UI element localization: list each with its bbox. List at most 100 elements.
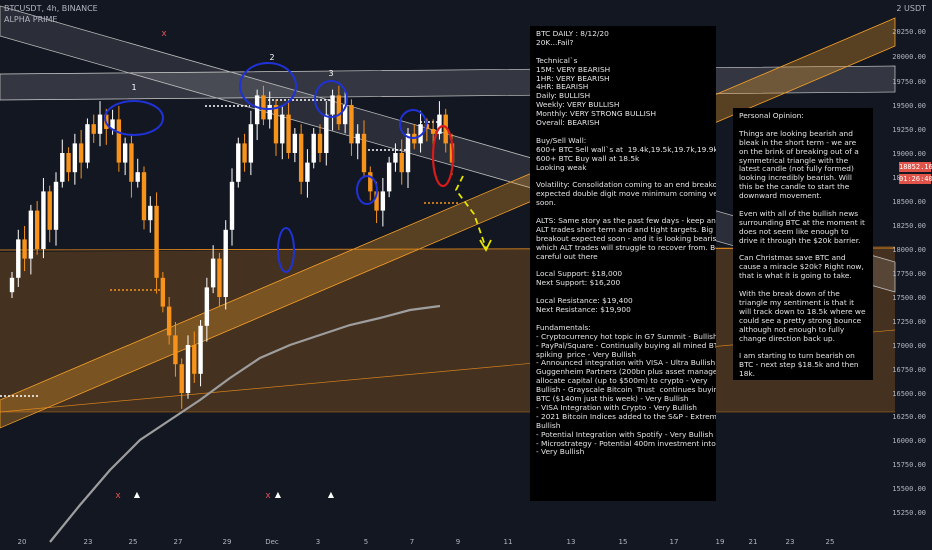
candle-body bbox=[192, 345, 197, 374]
last-price-tag: 18852.16 bbox=[899, 162, 932, 172]
candle-body bbox=[22, 239, 27, 259]
price-tick: 16000.00 bbox=[892, 437, 926, 445]
time-tick: 3 bbox=[315, 538, 321, 546]
note-line: expected double digit move minimum comin… bbox=[536, 189, 716, 199]
price-tick: 19000.00 bbox=[892, 150, 926, 158]
price-tick: 16500.00 bbox=[892, 390, 926, 398]
symbol-label[interactable]: BTCUSDT, 4h, BINANCE bbox=[4, 4, 98, 13]
candle-body bbox=[330, 95, 335, 115]
candle-body bbox=[28, 210, 34, 259]
time-tick: 27 bbox=[173, 538, 183, 546]
time-tick: 23 bbox=[785, 538, 795, 546]
time-tick: 29 bbox=[222, 538, 232, 546]
candle-body bbox=[298, 133, 304, 182]
price-tick: 17750.00 bbox=[892, 270, 926, 278]
price-tick: 17500.00 bbox=[892, 294, 926, 302]
time-tick: 20 bbox=[17, 538, 27, 546]
candle-body bbox=[336, 95, 342, 125]
candle-body bbox=[349, 105, 354, 144]
price-tick: 17250.00 bbox=[892, 318, 926, 326]
price-tick: 17000.00 bbox=[892, 342, 926, 350]
time-tick: 13 bbox=[566, 538, 576, 546]
price-tick: 15500.00 bbox=[892, 485, 926, 493]
price-tick: 16250.00 bbox=[892, 413, 926, 421]
note-line: - 2021 Bitcoin Indices added to the S&P … bbox=[536, 411, 716, 421]
analysis-notes: BTC DAILY : 8/12/20 20K...Fail? Technica… bbox=[530, 26, 716, 501]
time-tick: 23 bbox=[83, 538, 93, 546]
marker-x: x bbox=[115, 491, 121, 501]
marker-triangle: ▲ bbox=[275, 490, 282, 499]
candle-body bbox=[254, 95, 260, 125]
candle-body bbox=[34, 210, 40, 249]
note-line: careful out there bbox=[536, 251, 598, 261]
candle-body bbox=[47, 191, 52, 230]
price-tick: 19500.00 bbox=[892, 102, 926, 110]
candle-body bbox=[154, 205, 159, 278]
candle-body bbox=[72, 143, 78, 173]
price-tick: 19250.00 bbox=[892, 126, 926, 134]
candle-body bbox=[173, 335, 178, 365]
price-tick: 19750.00 bbox=[892, 78, 926, 86]
candle-body bbox=[217, 258, 222, 297]
candle-body bbox=[16, 239, 21, 278]
candle-body bbox=[292, 133, 298, 153]
candle-body bbox=[273, 105, 279, 144]
candle-body bbox=[361, 133, 367, 173]
candle-body bbox=[122, 143, 128, 163]
candle-body bbox=[210, 258, 216, 288]
price-tick: 16750.00 bbox=[892, 366, 926, 374]
candle-body bbox=[399, 153, 404, 173]
candle-body bbox=[185, 345, 191, 393]
indicator-label[interactable]: ALPHA PRIME bbox=[4, 15, 57, 24]
candle-body bbox=[78, 143, 84, 163]
time-tick: Dec bbox=[265, 538, 279, 546]
peak-circle-1 bbox=[104, 100, 164, 136]
time-tick: 5 bbox=[363, 538, 369, 546]
candle-body bbox=[242, 143, 247, 163]
circle-low bbox=[356, 175, 378, 205]
candle-body bbox=[405, 133, 411, 173]
candle-body bbox=[324, 114, 329, 153]
opinion-paragraph: I am starting to turn bearish on BTC - n… bbox=[739, 351, 859, 379]
candle-body bbox=[267, 105, 272, 120]
note-line: Overall: BEARISH bbox=[536, 118, 600, 128]
candle-body bbox=[305, 162, 310, 182]
candle-body bbox=[91, 124, 96, 134]
currency-label: 2 USDT bbox=[896, 4, 926, 13]
candle-body bbox=[166, 306, 172, 336]
opinion-paragraph: Can Christmas save BTC and cause a mirac… bbox=[739, 253, 864, 281]
note-line: soon. bbox=[536, 198, 556, 208]
time-tick: 11 bbox=[503, 538, 513, 546]
marker-x: x bbox=[161, 29, 167, 39]
opinion-notes: Personal Opinion: Things are looking bea… bbox=[733, 108, 873, 380]
time-tick: 25 bbox=[128, 538, 138, 546]
price-tick: 15750.00 bbox=[892, 461, 926, 469]
price-tick: 20000.00 bbox=[892, 53, 926, 61]
price-tick: 18000.00 bbox=[892, 246, 926, 254]
price-tick: 15250.00 bbox=[892, 509, 926, 517]
candle-body bbox=[368, 172, 373, 192]
candle-body bbox=[141, 172, 147, 221]
candle-body bbox=[229, 181, 235, 230]
time-tick: 15 bbox=[618, 538, 628, 546]
note-line: Next Support: $16,200 bbox=[536, 278, 621, 288]
candle-body bbox=[311, 133, 316, 163]
candle-body bbox=[53, 181, 59, 230]
time-tick: 17 bbox=[669, 538, 679, 546]
candle-body bbox=[386, 162, 392, 192]
candle-body bbox=[223, 229, 228, 297]
opinion-paragraph: Even with all of the bullish news surrou… bbox=[739, 208, 865, 245]
countdown-tag: 01:26:40 bbox=[899, 174, 932, 184]
opinion-paragraph: With the break down of the triangle my s… bbox=[739, 289, 866, 343]
marker-triangle: ▲ bbox=[328, 490, 335, 499]
projection-arrowhead bbox=[479, 239, 492, 252]
candle-body bbox=[148, 205, 153, 221]
marker-x: x bbox=[265, 491, 271, 501]
candle-body bbox=[248, 124, 254, 163]
note-line: - Very Bullish bbox=[536, 447, 585, 457]
candle-body bbox=[160, 277, 166, 307]
candle-body bbox=[135, 172, 140, 182]
candle-body bbox=[355, 133, 360, 144]
opinion-paragraph: Things are looking bearish and bleak in … bbox=[739, 128, 859, 201]
time-tick: 19 bbox=[715, 538, 725, 546]
